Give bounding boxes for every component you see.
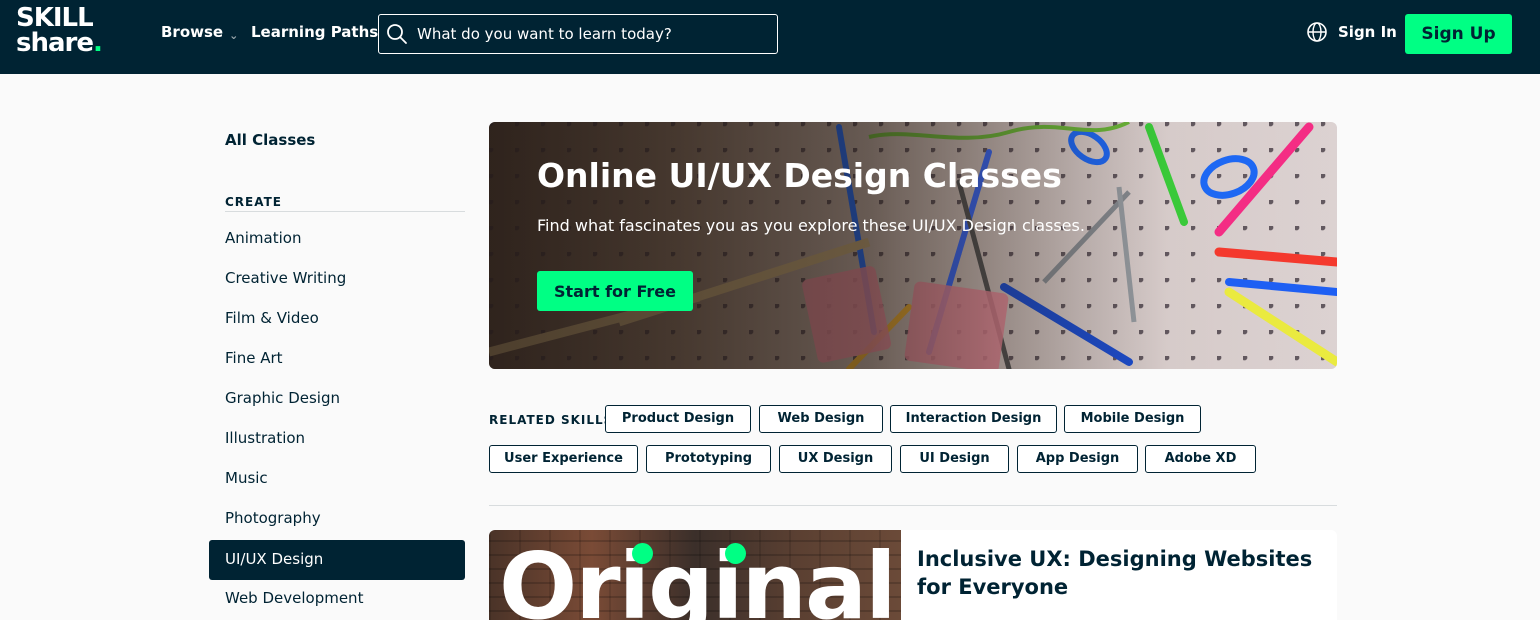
skill-chip-adobe-xd[interactable]: Adobe XD (1145, 445, 1256, 473)
original-badge-text: Original (499, 533, 897, 620)
hero-banner: Online UI/UX Design Classes Find what fa… (489, 122, 1337, 369)
search-input[interactable] (417, 15, 772, 53)
sidebar-item-creative-writing[interactable]: Creative Writing (209, 259, 465, 299)
skill-chip-ux-design[interactable]: UX Design (779, 445, 892, 473)
sidebar-item-ui-ux-design[interactable]: UI/UX Design (209, 540, 465, 580)
sidebar-item-photography[interactable]: Photography (209, 499, 465, 539)
sidebar-item-music[interactable]: Music (209, 459, 465, 499)
search-bar[interactable] (378, 14, 778, 54)
class-thumbnail[interactable]: Original (489, 530, 901, 620)
logo-dot: . (93, 28, 103, 58)
skill-chip-user-experience[interactable]: User Experience (489, 445, 638, 473)
skill-chip-interaction-design[interactable]: Interaction Design (890, 405, 1057, 433)
green-dot-icon (632, 543, 653, 564)
start-for-free-button[interactable]: Start for Free (537, 271, 693, 311)
top-nav-bar: SKILL share. Browse ⌄ Learning Paths Sign… (0, 0, 1540, 74)
all-classes-link[interactable]: All Classes (225, 131, 315, 149)
class-title[interactable]: Inclusive UX: Designing Websites for Eve… (917, 545, 1317, 601)
sign-up-button[interactable]: Sign Up (1405, 14, 1512, 54)
logo-line-2: share (16, 28, 94, 58)
chevron-down-icon: ⌄ (229, 29, 239, 42)
sidebar-divider (225, 211, 465, 212)
sign-in-link[interactable]: Sign In (1338, 23, 1397, 41)
search-icon (387, 24, 407, 44)
sidebar-item-fine-art[interactable]: Fine Art (209, 339, 465, 379)
sidebar-item-illustration[interactable]: Illustration (209, 419, 465, 459)
sidebar-section-heading: CREATE (225, 195, 282, 209)
related-skills-label: RELATED SKILLS (489, 413, 614, 427)
globe-icon[interactable] (1306, 21, 1328, 43)
learning-paths-link[interactable]: Learning Paths (251, 23, 378, 41)
skill-chip-ui-design[interactable]: UI Design (900, 445, 1009, 473)
browse-label: Browse (161, 23, 224, 41)
green-dot-icon (725, 543, 746, 564)
skill-chip-mobile-design[interactable]: Mobile Design (1064, 405, 1201, 433)
class-card[interactable]: Original Inclusive UX: Designing Website… (489, 530, 1337, 620)
skill-chip-app-design[interactable]: App Design (1017, 445, 1138, 473)
browse-menu[interactable]: Browse ⌄ (161, 23, 239, 42)
sidebar-item-animation[interactable]: Animation (209, 219, 465, 259)
skill-chip-prototyping[interactable]: Prototyping (646, 445, 771, 473)
section-divider (489, 505, 1337, 506)
sidebar-item-graphic-design[interactable]: Graphic Design (209, 379, 465, 419)
sidebar-item-film-video[interactable]: Film & Video (209, 299, 465, 339)
hero-subtitle: Find what fascinates you as you explore … (537, 216, 1085, 235)
skill-chip-product-design[interactable]: Product Design (605, 405, 751, 433)
sidebar-item-web-development[interactable]: Web Development (209, 579, 465, 619)
hero-title: Online UI/UX Design Classes (537, 156, 1062, 195)
skill-chip-web-design[interactable]: Web Design (759, 405, 883, 433)
skillshare-logo[interactable]: SKILL share. (16, 5, 103, 58)
